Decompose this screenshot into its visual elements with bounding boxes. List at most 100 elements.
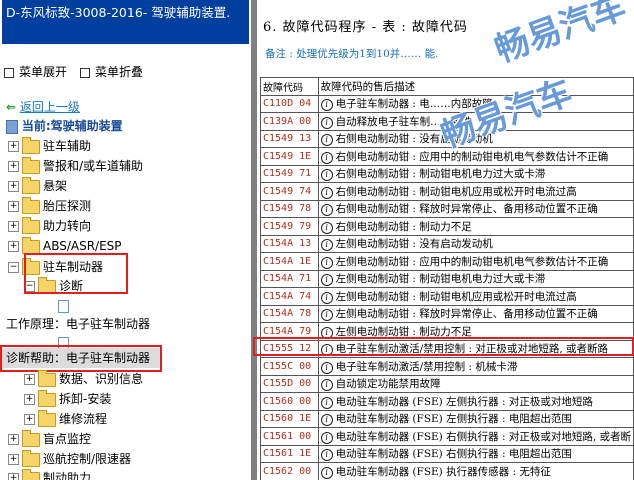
fault-description-cell: i 右侧电动制动钳 : 制动钳电机应用或松开时电流过高 bbox=[317, 182, 634, 201]
table-header-row: 故障代码 故障代码的售后描述 bbox=[260, 77, 634, 96]
menu-expand-button[interactable]: 菜单展开 bbox=[4, 63, 67, 80]
expand-toggle-icon[interactable]: + bbox=[8, 241, 19, 252]
expand-toggle-icon[interactable]: + bbox=[8, 161, 19, 172]
tree-item-warning-lane-assist[interactable]: + 警报和/或车道辅助 bbox=[0, 156, 251, 176]
column-header-description: 故障代码的售后描述 bbox=[317, 77, 634, 96]
tree-item-power-steering[interactable]: + 助力转向 bbox=[0, 216, 251, 236]
folder-icon bbox=[22, 157, 40, 174]
expand-toggle-icon[interactable]: + bbox=[8, 434, 19, 445]
fault-code-table: 故障代码 故障代码的售后描述 C110D 04 i 电子驻车制动器 : 电……内部故… bbox=[260, 77, 634, 480]
fault-code-cell: C1549 74 bbox=[260, 182, 319, 201]
expand-toggle-icon[interactable]: + bbox=[8, 141, 19, 152]
description-text: 电动驻车制动器 (FSE) 右侧执行器 : 对正极或对地短路, 或者断 bbox=[335, 430, 631, 443]
fault-code-cell: C1561 00 bbox=[260, 427, 319, 446]
fault-description-cell: i 自动锁定功能禁用故障 bbox=[317, 374, 634, 393]
collapse-toggle-icon[interactable]: − bbox=[8, 262, 19, 273]
section-heading: 6. 故障代码程序 - 表 : 故障代码 bbox=[263, 20, 468, 35]
info-icon[interactable]: i bbox=[320, 291, 333, 304]
info-icon[interactable]: i bbox=[320, 396, 333, 409]
fault-description-cell: i 右侧电动制动钳 : 制动力不足 bbox=[317, 217, 634, 236]
tree-item-cruise-control[interactable]: + 巡航控制/限速器 bbox=[0, 449, 251, 469]
info-icon[interactable]: i bbox=[320, 186, 333, 199]
expand-toggle-icon[interactable]: + bbox=[24, 374, 35, 385]
folder-icon bbox=[38, 410, 56, 427]
info-icon[interactable]: i bbox=[320, 274, 333, 287]
tree-item-parking-assist[interactable]: + 驻车辅助 bbox=[0, 136, 251, 156]
fault-description-cell: i 电子驻车制动器 : 电……内部故障 bbox=[317, 94, 634, 113]
menu-collapse-label: 菜单折叠 bbox=[95, 65, 144, 79]
fault-code-cell: C154A 1E bbox=[260, 252, 319, 271]
tree-item-label: 驻车辅助 bbox=[43, 139, 92, 153]
document-page: 6. 故障代码程序 - 表 : 故障代码 备注 : 处理优先级为1到10并…… … bbox=[257, 0, 634, 480]
fault-code-cell: C154A 78 bbox=[260, 304, 319, 323]
info-icon[interactable]: i bbox=[320, 449, 333, 462]
expand-toggle-icon[interactable]: + bbox=[8, 454, 19, 465]
fault-code-cell: C154A 71 bbox=[260, 269, 319, 288]
back-link[interactable]: ⇐ 返回上一级 bbox=[6, 97, 80, 117]
folder-icon bbox=[22, 177, 40, 194]
fault-code-cell: C1560 00 bbox=[260, 392, 319, 411]
table-row: C1549 13 i 右侧电动制动钳 : 没有启动发动机 bbox=[260, 129, 634, 148]
info-icon[interactable]: i bbox=[320, 134, 333, 147]
info-icon[interactable]: i bbox=[320, 116, 333, 129]
info-icon[interactable]: i bbox=[320, 414, 333, 427]
info-icon[interactable]: i bbox=[320, 361, 333, 374]
tree-item-label: 助力转向 bbox=[43, 219, 92, 233]
tree-item-suspension[interactable]: + 悬架 bbox=[0, 176, 251, 196]
fault-code-cell: C1549 71 bbox=[260, 164, 319, 183]
info-icon[interactable]: i bbox=[320, 239, 333, 252]
expand-toggle-icon[interactable]: + bbox=[8, 473, 19, 480]
tree-item-label: 警报和/或车道辅助 bbox=[43, 159, 144, 173]
info-icon[interactable]: i bbox=[320, 99, 333, 112]
tree-item-label: 悬架 bbox=[43, 179, 68, 193]
window-title: D-东风标致-3008-2016- 驾驶辅助装置. bbox=[2, 0, 249, 44]
fault-description-cell: i 左侧电动制动钳 : 应用中的制动钳电机电气参数估计不正确 bbox=[317, 252, 634, 271]
info-icon[interactable]: i bbox=[320, 256, 333, 269]
info-icon[interactable]: i bbox=[320, 379, 333, 392]
description-text: 左侧电动制动钳 : 制动钳电机应用或松开时电流过高 bbox=[335, 290, 577, 303]
table-row: C1549 74 i 右侧电动制动钳 : 制动钳电机应用或松开时电流过高 bbox=[260, 182, 634, 201]
expand-toggle-icon[interactable]: + bbox=[24, 394, 35, 405]
expand-toggle-icon[interactable]: + bbox=[24, 414, 35, 425]
tree-doc-spacer bbox=[0, 296, 251, 316]
current-location-label: 当前:驾驶辅助装置 bbox=[21, 119, 123, 133]
description-text: 电动驻车制动器 (FSE) 左侧执行器 : 对正极或对地短路 bbox=[335, 395, 593, 408]
description-text: 左侧电动制动钳 : 制动钳电机电力过大或卡滞 bbox=[335, 273, 546, 286]
tree-item-label: 巡航控制/限速器 bbox=[43, 452, 132, 466]
table-row: C1549 1E i 右侧电动制动钳 : 应用中的制动钳电机电气参数估计不正确 bbox=[260, 147, 634, 166]
fault-description-cell: i 电动驻车制动器 (FSE) 右侧执行器 : 对正极或对地短路, 或者断 bbox=[317, 427, 634, 446]
info-icon[interactable]: i bbox=[320, 309, 333, 322]
info-icon[interactable]: i bbox=[320, 431, 333, 444]
info-icon[interactable]: i bbox=[320, 466, 333, 479]
expand-toggle-icon[interactable]: + bbox=[8, 201, 19, 212]
tree-item-tire-pressure[interactable]: + 胎压探测 bbox=[0, 196, 251, 216]
current-location: 当前:驾驶辅助装置 bbox=[6, 116, 123, 136]
expand-toggle-icon[interactable]: + bbox=[8, 181, 19, 192]
tree-item-label: 制动助力 bbox=[43, 471, 92, 480]
fault-description-cell: i 右侧电动制动钳 : 释放时异常停止、备用移动位置不正确 bbox=[317, 199, 634, 218]
tree-item-repair-procedure[interactable]: + 维修流程 bbox=[0, 409, 251, 429]
fault-code-cell: C1562 00 bbox=[260, 462, 319, 480]
fault-description-cell: i 左侧电动制动钳 : 没有启动发动机 bbox=[317, 234, 634, 253]
tree-item-data-identification[interactable]: + 数据、识别信息 bbox=[0, 369, 251, 389]
folder-icon bbox=[22, 469, 40, 480]
info-icon[interactable]: i bbox=[320, 151, 333, 164]
database-icon bbox=[6, 119, 18, 134]
tree-item-label: 工作原理：电子驻车制动器 bbox=[6, 317, 151, 331]
expand-icon bbox=[4, 67, 14, 78]
tree-item-removal-install[interactable]: + 拆卸-安装 bbox=[0, 389, 251, 409]
tree-item-brake-assist[interactable]: + 制动助力 bbox=[0, 468, 251, 480]
fault-code-cell: C154A 13 bbox=[260, 234, 319, 253]
table-row: C1561 00 i 电动驻车制动器 (FSE) 右侧执行器 : 对正极或对地短路,… bbox=[260, 427, 634, 446]
table-row: C1560 00 i 电动驻车制动器 (FSE) 左侧执行器 : 对正极或对地短路 bbox=[260, 392, 634, 411]
info-icon[interactable]: i bbox=[320, 169, 333, 182]
fault-code-cell: C1549 13 bbox=[260, 129, 319, 148]
table-row: C154A 71 i 左侧电动制动钳 : 制动钳电机电力过大或卡滞 bbox=[260, 269, 634, 288]
expand-toggle-icon[interactable]: + bbox=[8, 221, 19, 232]
tree-item-blind-spot[interactable]: + 盲点监控 bbox=[0, 429, 251, 449]
info-icon[interactable]: i bbox=[320, 204, 333, 217]
fault-code-cell: C1549 1E bbox=[260, 147, 319, 166]
menu-collapse-button[interactable]: 菜单折叠 bbox=[80, 63, 143, 80]
fault-description-cell: i 右侧电动制动钳 : 制动钳电机电力过大或卡滞 bbox=[317, 164, 634, 183]
info-icon[interactable]: i bbox=[320, 221, 333, 234]
